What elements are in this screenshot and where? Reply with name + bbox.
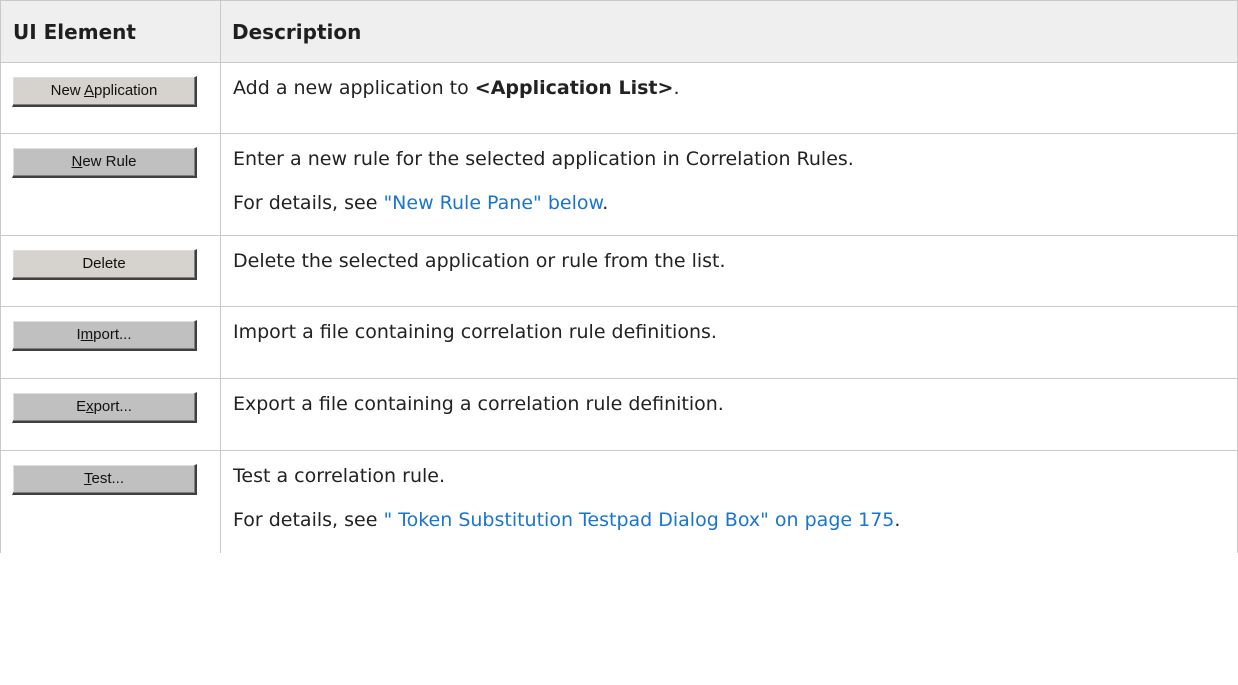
row-description: Enter a new rule for the selected applic… bbox=[220, 133, 1238, 236]
row-description: Delete the selected application or rule … bbox=[220, 235, 1238, 307]
row-description: Test a correlation rule. For details, se… bbox=[220, 450, 1238, 553]
table-row: Import... Import a file containing corre… bbox=[0, 306, 1238, 379]
row-description: Export a file containing a correlation r… bbox=[220, 378, 1238, 451]
ui-element-table: UI Element Description New Application A… bbox=[0, 0, 1238, 553]
header-description: Description bbox=[220, 0, 1238, 63]
row-description: Add a new application to <Application Li… bbox=[220, 62, 1238, 134]
export-button[interactable]: Export... bbox=[12, 392, 197, 423]
table-row: New Rule Enter a new rule for the select… bbox=[0, 133, 1238, 236]
delete-button[interactable]: Delete bbox=[12, 249, 197, 280]
test-button[interactable]: Test... bbox=[12, 464, 197, 495]
table-row: Test... Test a correlation rule. For det… bbox=[0, 450, 1238, 553]
new-rule-button[interactable]: New Rule bbox=[12, 147, 197, 178]
application-list-term: <Application List> bbox=[474, 77, 674, 99]
table-row: Delete Delete the selected application o… bbox=[0, 235, 1238, 307]
new-rule-pane-link[interactable]: "New Rule Pane" below bbox=[383, 192, 602, 214]
new-application-button[interactable]: New Application bbox=[12, 76, 197, 107]
table-header-row: UI Element Description bbox=[0, 0, 1238, 63]
row-description: Import a file containing correlation rul… bbox=[220, 306, 1238, 379]
table-row: Export... Export a file containing a cor… bbox=[0, 378, 1238, 451]
token-substitution-testpad-link[interactable]: " Token Substitution Testpad Dialog Box"… bbox=[383, 509, 894, 531]
table-row: New Application Add a new application to… bbox=[0, 62, 1238, 134]
import-button[interactable]: Import... bbox=[12, 320, 197, 351]
header-ui-element: UI Element bbox=[0, 0, 221, 63]
